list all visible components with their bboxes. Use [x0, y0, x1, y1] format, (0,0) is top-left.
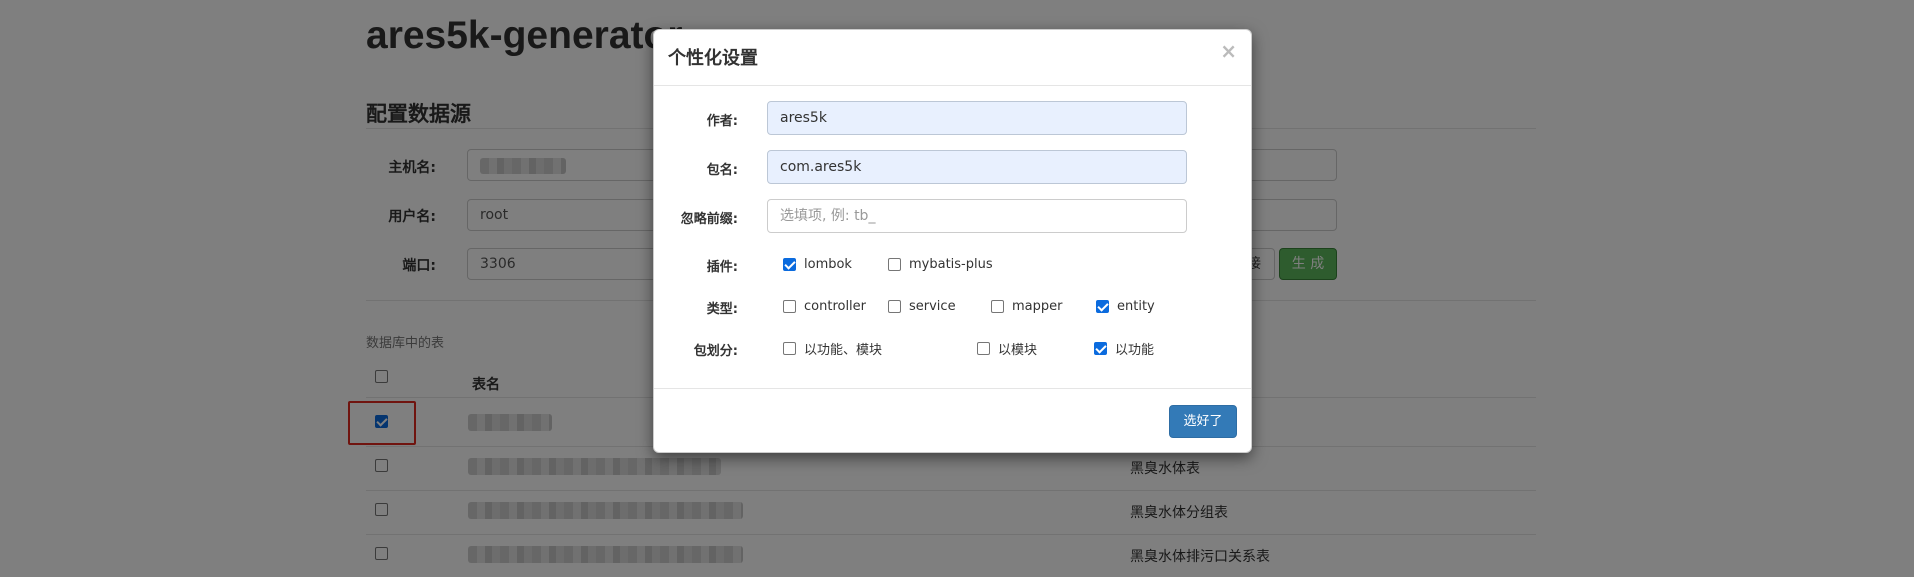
- prefix-input[interactable]: 选填项, 例: tb_: [767, 199, 1187, 233]
- type-controller[interactable]: controller: [783, 298, 866, 314]
- author-input[interactable]: ares5k: [767, 101, 1187, 135]
- lombok-checkbox[interactable]: [783, 257, 796, 271]
- lombok-label: lombok: [804, 256, 852, 272]
- function-module-label: 以功能、模块: [804, 342, 883, 358]
- type-entity[interactable]: entity: [1096, 298, 1155, 314]
- mapper-label: mapper: [1012, 298, 1063, 314]
- division-module[interactable]: 以模块: [977, 340, 1038, 358]
- package-label: 包名:: [706, 163, 738, 178]
- modal-header: 个性化设置 ×: [654, 30, 1251, 86]
- service-label: service: [909, 298, 956, 314]
- ok-button[interactable]: 选好了: [1169, 405, 1237, 438]
- function-label: 以功能: [1115, 342, 1155, 358]
- mybatis-plus-checkbox[interactable]: [888, 257, 901, 271]
- module-checkbox[interactable]: [977, 341, 990, 355]
- mapper-checkbox[interactable]: [991, 299, 1004, 313]
- module-label: 以模块: [998, 342, 1038, 358]
- close-icon[interactable]: ×: [1220, 41, 1237, 61]
- controller-label: controller: [804, 298, 867, 314]
- plugin-label: 插件:: [706, 260, 738, 275]
- package-input[interactable]: com.ares5k: [767, 150, 1187, 184]
- division-function[interactable]: 以功能: [1094, 340, 1155, 358]
- division-function-module[interactable]: 以功能、模块: [783, 340, 883, 358]
- modal-title: 个性化设置: [668, 48, 758, 69]
- service-checkbox[interactable]: [888, 299, 901, 313]
- plugin-lombok[interactable]: lombok: [783, 256, 852, 272]
- entity-checkbox[interactable]: [1096, 299, 1109, 313]
- mybatis-plus-label: mybatis-plus: [909, 256, 993, 272]
- type-service[interactable]: service: [888, 298, 956, 314]
- plugin-mybatis-plus[interactable]: mybatis-plus: [888, 256, 993, 272]
- entity-label: entity: [1117, 298, 1155, 314]
- function-module-checkbox[interactable]: [783, 341, 796, 355]
- function-checkbox[interactable]: [1094, 341, 1107, 355]
- settings-modal: 个性化设置 × 作者: ares5k 包名: com.ares5k 忽略前缀: …: [653, 29, 1252, 453]
- prefix-label: 忽略前缀:: [680, 212, 738, 227]
- modal-footer-divider: [654, 388, 1251, 389]
- author-label: 作者:: [706, 114, 738, 129]
- division-label: 包划分:: [693, 344, 738, 359]
- type-mapper[interactable]: mapper: [991, 298, 1062, 314]
- type-label: 类型:: [706, 302, 738, 317]
- controller-checkbox[interactable]: [783, 299, 796, 313]
